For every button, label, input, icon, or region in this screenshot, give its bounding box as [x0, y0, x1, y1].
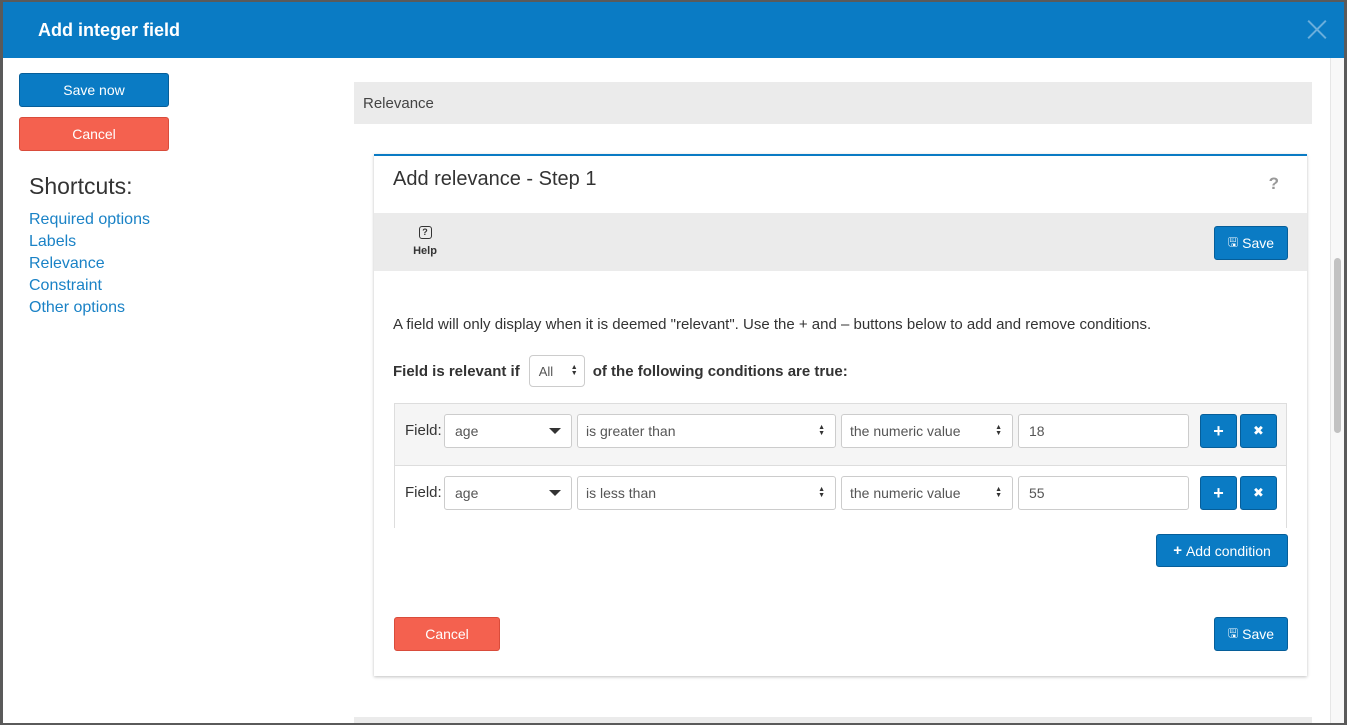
- select-arrows-icon: ▲ ▼: [818, 486, 825, 499]
- add-row-button[interactable]: +: [1200, 414, 1237, 448]
- shortcut-link-constraint[interactable]: Constraint: [29, 275, 150, 297]
- help-question-icon[interactable]: ?: [1269, 174, 1279, 194]
- plus-icon: +: [1213, 420, 1224, 441]
- value-type-value: the numeric value: [850, 423, 961, 439]
- close-icon[interactable]: [1306, 18, 1328, 40]
- plus-icon: +: [1213, 482, 1224, 503]
- remove-icon: ✖: [1253, 423, 1264, 438]
- chevron-down-icon: [549, 428, 561, 434]
- save-button-top[interactable]: 🖫 Save: [1214, 226, 1288, 260]
- floppy-disk-icon: 🖫: [1227, 234, 1239, 249]
- floppy-disk-icon: 🖫: [1227, 625, 1239, 640]
- field-value: age: [455, 423, 479, 439]
- select-arrows-icon: ▲ ▼: [818, 424, 825, 437]
- relevance-description: A field will only display when it is dee…: [393, 316, 1152, 333]
- help-icon: ?: [418, 226, 432, 239]
- remove-icon: ✖: [1253, 485, 1264, 500]
- add-condition-label: Add condition: [1185, 542, 1271, 559]
- modal-header: Add integer field: [3, 2, 1344, 58]
- value-input[interactable]: 18: [1018, 414, 1189, 448]
- help-label: Help: [413, 245, 437, 257]
- conditions-list: Field: age is greater than ▲ ▼ the numeri…: [394, 403, 1287, 528]
- save-label: Save: [1242, 626, 1275, 642]
- help-button[interactable]: ? Help: [410, 226, 440, 257]
- select-arrows-icon: ▲ ▼: [995, 424, 1002, 437]
- cancel-button-bottom[interactable]: Cancel: [394, 617, 500, 651]
- field-value: age: [455, 485, 479, 501]
- rule-suffix: of the following conditions are true:: [592, 362, 848, 380]
- shortcut-link-labels[interactable]: Labels: [29, 231, 150, 253]
- relevance-panel: Add relevance - Step 1 ? ? Help 🖫 Save A…: [374, 154, 1307, 676]
- value-type-value: the numeric value: [850, 485, 961, 501]
- add-row-button[interactable]: +: [1200, 476, 1237, 510]
- shortcut-link-relevance[interactable]: Relevance: [29, 253, 150, 275]
- match-mode-select[interactable]: All ▲ ▼: [528, 355, 585, 387]
- remove-row-button[interactable]: ✖: [1240, 476, 1277, 510]
- operator-select[interactable]: is less than ▲ ▼: [577, 476, 836, 510]
- operator-value: is greater than: [586, 423, 676, 439]
- shortcuts-heading: Shortcuts:: [29, 173, 133, 199]
- shortcut-links: Required options Labels Relevance Constr…: [29, 209, 150, 319]
- relevance-rule: Field is relevant if All ▲ ▼ of the follo…: [393, 355, 848, 387]
- field-dropdown[interactable]: age: [444, 414, 572, 448]
- value-input[interactable]: 55: [1018, 476, 1189, 510]
- operator-value: is less than: [586, 485, 657, 501]
- section-header-relevance: Relevance: [354, 82, 1312, 124]
- scrollbar[interactable]: [1330, 58, 1344, 723]
- save-button-bottom[interactable]: 🖫 Save: [1214, 617, 1288, 651]
- panel-title: Add relevance - Step 1: [393, 168, 597, 190]
- scrollbar-thumb[interactable]: [1334, 258, 1341, 433]
- modal-dialog: Add integer field Save now Cancel Shortc…: [3, 2, 1344, 723]
- condition-row: Field: age is less than ▲ ▼ the numeric v…: [395, 466, 1286, 528]
- shortcut-link-required-options[interactable]: Required options: [29, 209, 150, 231]
- plus-icon: +: [1173, 542, 1182, 559]
- shortcut-link-other-options[interactable]: Other options: [29, 297, 150, 319]
- save-label: Save: [1242, 235, 1275, 251]
- modal-title: Add integer field: [38, 20, 181, 40]
- next-section-bar: [354, 717, 1312, 723]
- value-type-select[interactable]: the numeric value ▲ ▼: [841, 476, 1013, 510]
- value-type-select[interactable]: the numeric value ▲ ▼: [841, 414, 1013, 448]
- select-arrows-icon: ▲ ▼: [570, 364, 578, 377]
- cancel-button[interactable]: Cancel: [19, 117, 169, 151]
- add-condition-button[interactable]: + Add condition: [1156, 534, 1288, 567]
- chevron-down-icon: [549, 490, 561, 496]
- operator-select[interactable]: is greater than ▲ ▼: [577, 414, 836, 448]
- field-label: Field:: [405, 484, 442, 501]
- field-dropdown[interactable]: age: [444, 476, 572, 510]
- select-arrows-icon: ▲ ▼: [995, 486, 1002, 499]
- match-mode-value: All: [538, 363, 554, 379]
- panel-toolbar: ? Help 🖫 Save: [374, 213, 1307, 271]
- condition-row: Field: age is greater than ▲ ▼ the numeri…: [395, 404, 1286, 466]
- remove-row-button[interactable]: ✖: [1240, 414, 1277, 448]
- save-now-button[interactable]: Save now: [19, 73, 169, 107]
- field-label: Field:: [405, 422, 442, 439]
- rule-prefix: Field is relevant if: [393, 362, 520, 380]
